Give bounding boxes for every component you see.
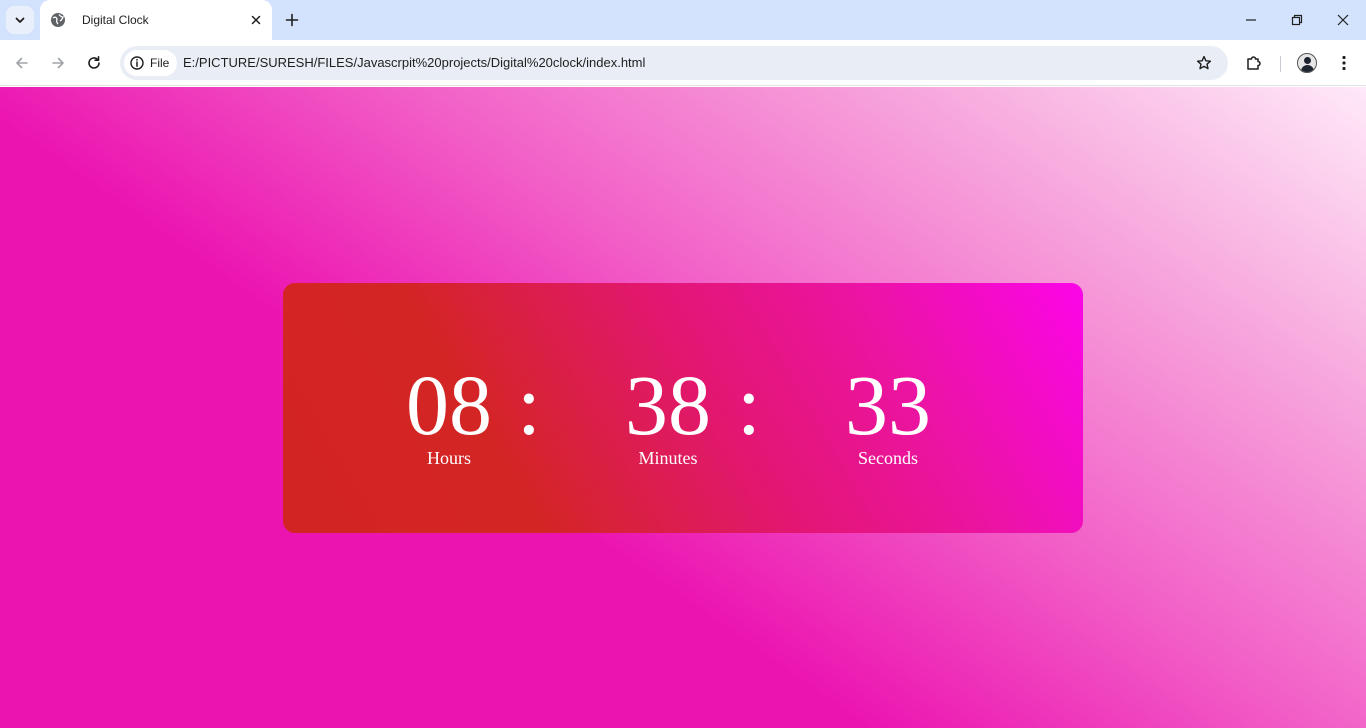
reload-button[interactable] — [80, 49, 108, 77]
tab-search-button[interactable] — [6, 6, 34, 34]
star-icon — [1196, 55, 1212, 70]
tab-title: Digital Clock — [82, 13, 149, 27]
extensions-button[interactable] — [1240, 49, 1268, 77]
back-button[interactable] — [8, 49, 36, 77]
site-info-label: File — [150, 56, 170, 70]
profile-button[interactable] — [1293, 49, 1321, 77]
arrow-right-icon — [52, 57, 64, 69]
browser-titlebar: Digital Clock — [0, 0, 1366, 40]
globe-icon — [50, 12, 66, 28]
browser-menu-button[interactable] — [1330, 49, 1358, 77]
hours-value: 08 — [406, 357, 492, 453]
info-icon — [130, 56, 144, 70]
colon-separator: : — [517, 357, 541, 453]
close-icon — [251, 15, 261, 25]
close-window-button[interactable] — [1320, 0, 1366, 40]
clock-card: 08 Hours : 38 Minutes : 33 Seconds — [283, 283, 1083, 533]
page-viewport: 08 Hours : 38 Minutes : 33 Seconds — [0, 87, 1366, 728]
arrow-left-icon — [16, 57, 28, 69]
url-text[interactable]: E:/PICTURE/SURESH/FILES/Javascrpit%20pro… — [183, 55, 645, 70]
minutes-unit: 38 Minutes — [598, 355, 738, 469]
tab-digital-clock[interactable]: Digital Clock — [40, 0, 272, 40]
minimize-button[interactable] — [1228, 0, 1274, 40]
kebab-menu-icon — [1342, 55, 1346, 71]
restore-button[interactable] — [1274, 0, 1320, 40]
minimize-icon — [1246, 19, 1256, 21]
minutes-value: 38 — [625, 357, 711, 453]
colon-separator: : — [737, 357, 761, 453]
puzzle-icon — [1247, 56, 1261, 70]
minutes-label: Minutes — [638, 448, 698, 468]
new-tab-button[interactable] — [280, 6, 304, 34]
site-info-chip[interactable]: File — [124, 50, 178, 76]
avatar-icon — [1297, 53, 1317, 73]
close-tab-button[interactable] — [246, 10, 266, 30]
seconds-label: Seconds — [858, 448, 918, 468]
seconds-value: 33 — [845, 357, 931, 453]
hours-label: Hours — [427, 448, 471, 468]
address-bar[interactable]: File E:/PICTURE/SURESH/FILES/Javascrpit%… — [120, 46, 1228, 80]
reload-icon — [88, 56, 100, 69]
bookmark-button[interactable] — [1192, 51, 1216, 75]
toolbar-divider — [1280, 56, 1281, 72]
forward-button[interactable] — [44, 49, 72, 77]
plus-icon — [285, 13, 299, 27]
close-icon — [1337, 14, 1349, 26]
chevron-down-icon — [15, 17, 25, 23]
browser-toolbar: File E:/PICTURE/SURESH/FILES/Javascrpit%… — [0, 40, 1366, 86]
restore-icon — [1291, 14, 1303, 26]
seconds-unit: 33 Seconds — [818, 355, 958, 469]
hours-unit: 08 Hours — [379, 355, 519, 469]
